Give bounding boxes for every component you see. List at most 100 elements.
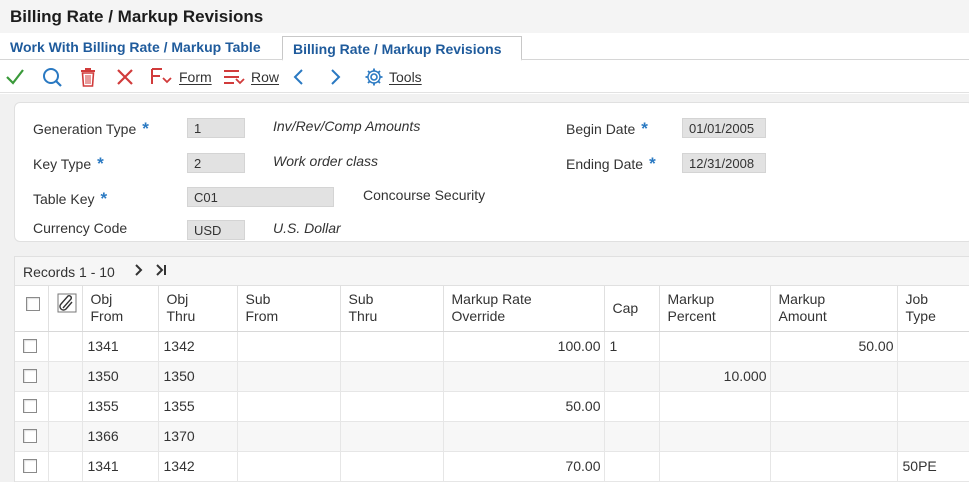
ok-button[interactable]: [5, 65, 25, 89]
markup-rate-cell[interactable]: [443, 421, 605, 452]
markup-percent-cell[interactable]: 10.000: [659, 361, 771, 392]
obj-from-cell[interactable]: 1341: [82, 451, 159, 482]
next-button[interactable]: [328, 65, 342, 89]
tab-work-with-billing-rate[interactable]: Work With Billing Rate / Markup Table: [10, 33, 261, 60]
markup-amount-cell[interactable]: [770, 421, 898, 452]
column-header-obj-from[interactable]: Obj From: [82, 286, 159, 332]
job-type-cell[interactable]: [897, 361, 969, 392]
cancel-button[interactable]: [115, 65, 135, 89]
markup-amount-cell[interactable]: 50.00: [770, 331, 898, 362]
markup-rate-cell[interactable]: 70.00: [443, 451, 605, 482]
cap-cell[interactable]: [604, 451, 660, 482]
table-row[interactable]: 1341 1342 100.00 1 50.00: [15, 331, 969, 362]
obj-thru-cell[interactable]: 1342: [158, 331, 238, 362]
job-type-cell[interactable]: [897, 331, 969, 362]
currency-code-label: Currency Code: [33, 220, 128, 236]
markup-amount-cell[interactable]: [770, 451, 898, 482]
select-all-checkbox[interactable]: [26, 297, 40, 311]
table-key-description: Concourse Security: [363, 187, 486, 203]
row-menu-button[interactable]: Row: [222, 65, 279, 89]
obj-from-cell[interactable]: 1366: [82, 421, 159, 452]
row-checkbox[interactable]: [23, 399, 37, 413]
required-marker: *: [100, 189, 108, 208]
sub-thru-cell[interactable]: [340, 391, 444, 422]
obj-thru-cell[interactable]: 1350: [158, 361, 238, 392]
chevron-right-icon: [331, 69, 341, 85]
previous-button[interactable]: [292, 65, 306, 89]
markup-percent-cell[interactable]: [659, 451, 771, 482]
markup-rate-cell[interactable]: 50.00: [443, 391, 605, 422]
job-type-cell[interactable]: [897, 421, 969, 452]
table-row[interactable]: 1355 1355 50.00: [15, 391, 969, 422]
table-key-field[interactable]: C01: [187, 187, 334, 207]
sub-from-cell[interactable]: [237, 331, 341, 362]
markup-amount-cell[interactable]: [770, 391, 898, 422]
attachment-cell: [48, 361, 83, 392]
generation-type-field[interactable]: 1: [187, 118, 245, 138]
job-type-cell[interactable]: 50PE: [897, 451, 969, 482]
required-marker: *: [142, 119, 149, 138]
ending-date-field[interactable]: 12/31/2008: [682, 153, 766, 173]
obj-from-cell[interactable]: 1355: [82, 391, 159, 422]
delete-button[interactable]: [79, 65, 97, 89]
chevron-right-icon: [135, 264, 143, 276]
obj-thru-cell[interactable]: 1342: [158, 451, 238, 482]
cap-cell[interactable]: [604, 391, 660, 422]
sub-from-cell[interactable]: [237, 451, 341, 482]
sub-from-cell[interactable]: [237, 361, 341, 392]
sub-thru-cell[interactable]: [340, 361, 444, 392]
markup-percent-cell[interactable]: [659, 391, 771, 422]
column-header-markup-percent[interactable]: Markup Percent: [659, 286, 771, 332]
sub-thru-cell[interactable]: [340, 331, 444, 362]
page-title: Billing Rate / Markup Revisions: [10, 7, 264, 26]
column-header-sub-thru[interactable]: Sub Thru: [340, 286, 444, 332]
sub-from-cell[interactable]: [237, 421, 341, 452]
last-page-button[interactable]: [155, 262, 169, 283]
markup-percent-cell[interactable]: [659, 421, 771, 452]
form-menu-button[interactable]: Form: [150, 65, 212, 89]
column-header-sub-from[interactable]: Sub From: [237, 286, 341, 332]
skip-to-end-icon: [156, 264, 166, 276]
find-button[interactable]: [41, 65, 63, 89]
markup-amount-cell[interactable]: [770, 361, 898, 392]
row-checkbox[interactable]: [23, 429, 37, 443]
obj-from-cell[interactable]: 1341: [82, 331, 159, 362]
column-header-cap[interactable]: Cap: [604, 286, 660, 332]
attachment-header[interactable]: [48, 286, 83, 332]
markup-rate-cell[interactable]: [443, 361, 605, 392]
next-page-button[interactable]: [133, 262, 145, 283]
key-type-field[interactable]: 2: [187, 153, 245, 173]
table-row[interactable]: 1341 1342 70.00 50PE: [15, 451, 969, 482]
tools-menu-button[interactable]: Tools: [364, 65, 422, 89]
job-type-cell[interactable]: [897, 391, 969, 422]
markup-rate-cell[interactable]: 100.00: [443, 331, 605, 362]
row-checkbox[interactable]: [23, 339, 37, 353]
row-checkbox[interactable]: [23, 459, 37, 473]
sub-thru-cell[interactable]: [340, 451, 444, 482]
form-menu-label: Form: [179, 69, 212, 85]
column-header-markup-rate-override[interactable]: Markup Rate Override: [443, 286, 605, 332]
obj-from-cell[interactable]: 1350: [82, 361, 159, 392]
begin-date-field[interactable]: 01/01/2005: [682, 118, 766, 138]
column-header-obj-thru[interactable]: Obj Thru: [158, 286, 238, 332]
column-header-markup-amount[interactable]: Markup Amount: [770, 286, 898, 332]
cap-cell[interactable]: [604, 361, 660, 392]
grid-toolbar: Records 1 - 10: [15, 257, 969, 286]
obj-thru-cell[interactable]: 1355: [158, 391, 238, 422]
currency-code-field[interactable]: USD: [187, 220, 245, 240]
table-row[interactable]: 1350 1350 10.000: [15, 361, 969, 392]
attachment-cell: [48, 421, 83, 452]
markup-percent-cell[interactable]: [659, 331, 771, 362]
table-row[interactable]: 1366 1370: [15, 421, 969, 452]
column-header-job-type[interactable]: Job Type: [897, 286, 969, 332]
obj-thru-cell[interactable]: 1370: [158, 421, 238, 452]
row-checkbox[interactable]: [23, 369, 37, 383]
sub-from-cell[interactable]: [237, 391, 341, 422]
select-all-header[interactable]: [15, 286, 49, 332]
sub-thru-cell[interactable]: [340, 421, 444, 452]
tab-billing-rate-revisions[interactable]: Billing Rate / Markup Revisions: [282, 36, 522, 61]
cap-cell[interactable]: [604, 421, 660, 452]
gear-icon: [365, 68, 383, 86]
cap-cell[interactable]: 1: [604, 331, 660, 362]
row-menu-label: Row: [251, 69, 280, 85]
